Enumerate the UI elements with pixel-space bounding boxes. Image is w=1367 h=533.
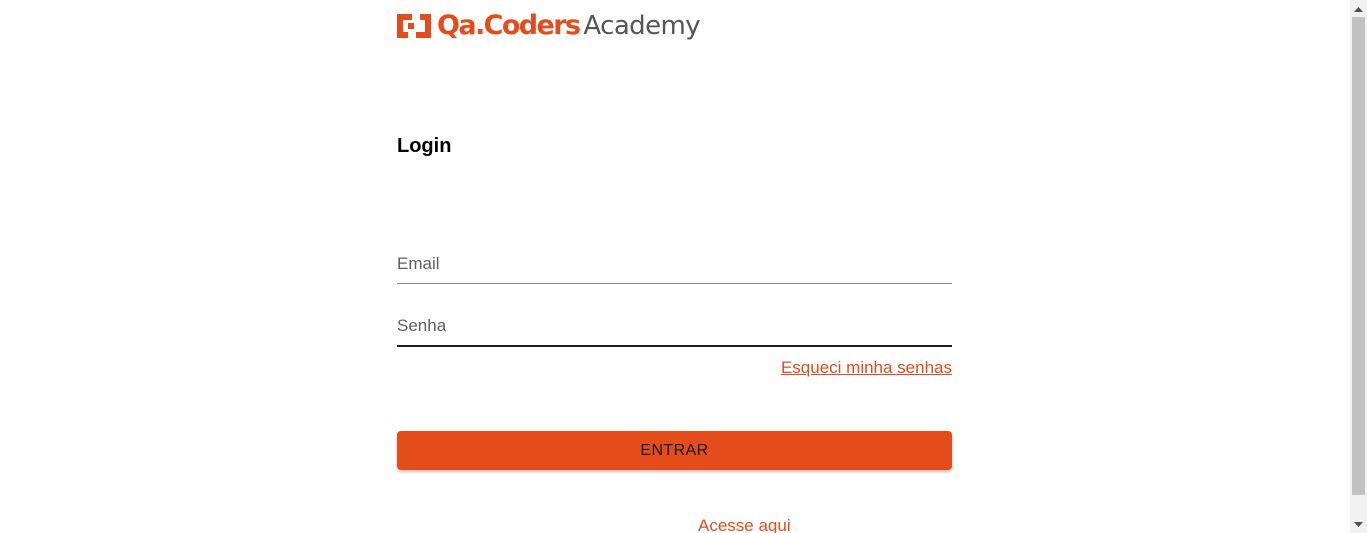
- login-container: Qa.Coders Academy Login Esqueci minha se…: [397, 0, 952, 533]
- scroll-down-arrow-icon[interactable]: [1350, 516, 1367, 533]
- page-title: Login: [397, 135, 452, 157]
- vertical-scrollbar[interactable]: [1350, 0, 1367, 533]
- brand-logo: Qa.Coders Academy: [397, 10, 701, 42]
- password-field-wrapper: [397, 313, 952, 348]
- scroll-up-arrow-icon[interactable]: [1350, 0, 1367, 17]
- password-field[interactable]: [397, 313, 952, 347]
- login-button[interactable]: ENTRAR: [397, 431, 952, 470]
- scrollbar-thumb[interactable]: [1352, 17, 1365, 495]
- login-page: Qa.Coders Academy Login Esqueci minha se…: [0, 0, 1367, 533]
- email-field[interactable]: [397, 250, 952, 284]
- brand-sub: Academy: [583, 11, 700, 41]
- access-here-link[interactable]: Acesse aqui: [698, 515, 791, 533]
- qacoders-logo-icon: [397, 14, 431, 38]
- email-field-wrapper: [397, 250, 952, 286]
- forgot-password-link[interactable]: Esqueci minha senhas: [781, 357, 952, 379]
- brand-name: Qa.Coders: [437, 10, 581, 41]
